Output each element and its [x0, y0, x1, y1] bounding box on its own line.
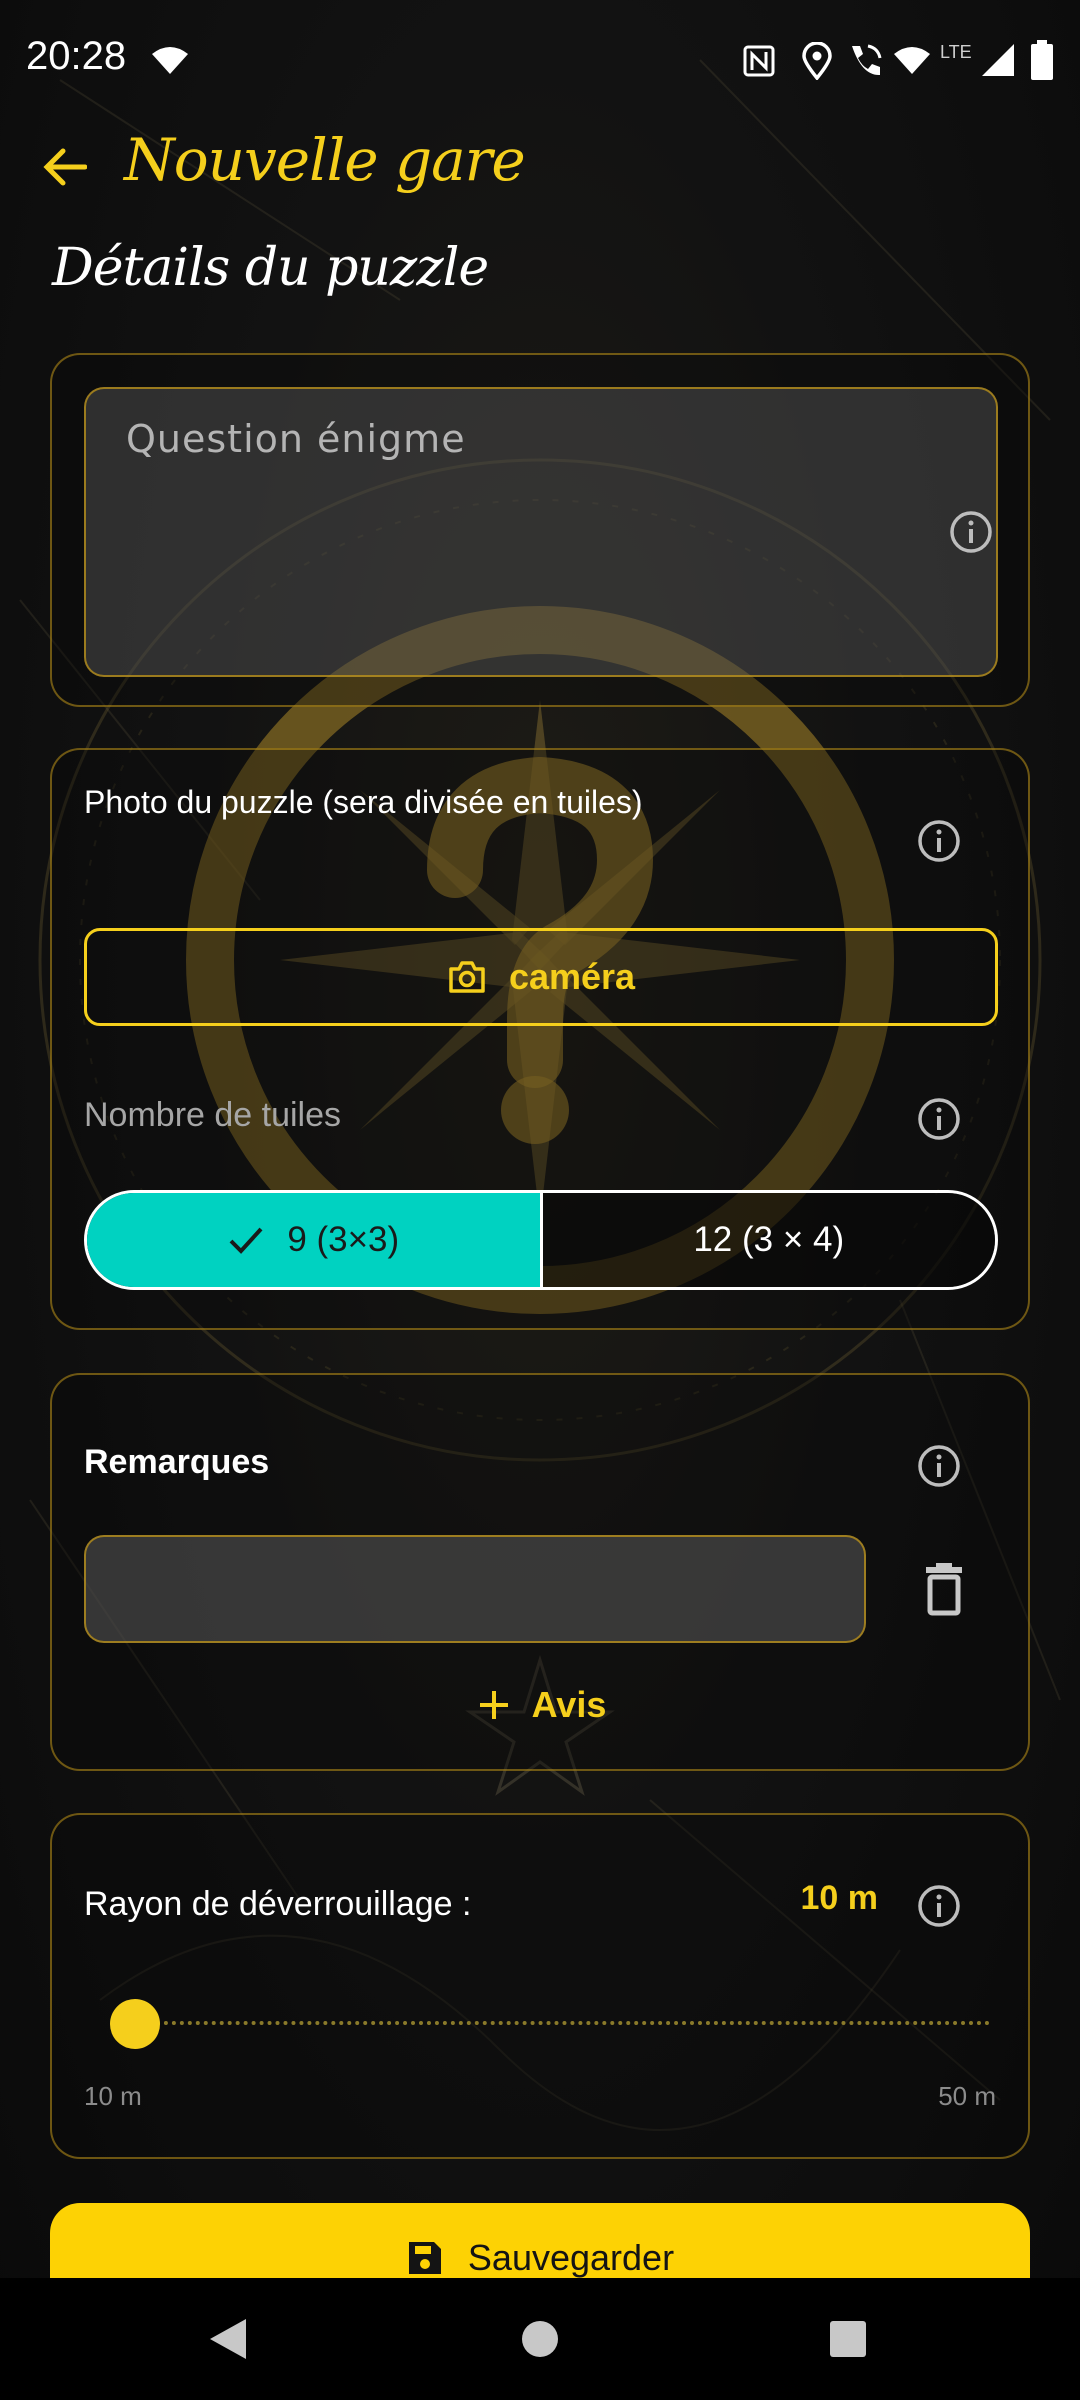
- camera-button-label: caméra: [508, 956, 636, 997]
- camera-button[interactable]: caméra: [84, 928, 998, 1026]
- check-icon: [229, 1227, 263, 1254]
- radius-card: Rayon de déverrouillage : 10 m 10 m 50 m: [50, 1813, 1030, 2159]
- photo-card: Photo du puzzle (sera divisée en tuiles)…: [50, 748, 1030, 1330]
- radius-min-label: 10 m: [84, 2081, 142, 2111]
- radius-value: 10 m: [800, 1879, 879, 1917]
- status-time: 20:28: [26, 34, 127, 78]
- remark-input[interactable]: [84, 1535, 866, 1643]
- tiles-option-12[interactable]: 12 (3 × 4): [539, 1193, 995, 1287]
- tiles-option-9[interactable]: 9 (3×3): [87, 1193, 540, 1287]
- system-nav-bar: [0, 2278, 1080, 2400]
- back-button[interactable]: [30, 132, 100, 202]
- add-remark-button[interactable]: Avis: [52, 1675, 1032, 1735]
- square-recents-icon: [830, 2321, 866, 2357]
- remarks-label: Remarques: [84, 1443, 270, 1481]
- question-card: Question énigme: [50, 353, 1030, 707]
- radius-label: Rayon de déverrouillage :: [84, 1885, 472, 1923]
- tiles-label: Nombre de tuiles: [84, 1096, 342, 1134]
- nav-recents-button[interactable]: [788, 2278, 908, 2400]
- add-remark-label: Avis: [531, 1684, 607, 1725]
- tiles-option-label: 9 (3×3): [287, 1220, 400, 1259]
- tiles-segmented-control: 9 (3×3) 12 (3 × 4): [84, 1190, 998, 1290]
- slider-thumb[interactable]: [110, 1999, 160, 2049]
- status-bar: 20:28 LTE: [0, 0, 1080, 120]
- triangle-back-icon: [210, 2319, 246, 2359]
- lte-signal-icon: [982, 44, 1014, 76]
- nav-home-button[interactable]: [480, 2278, 600, 2400]
- nfc-icon: [743, 45, 775, 77]
- slider-track[interactable]: [140, 2021, 990, 2025]
- tiles-option-label: 12 (3 × 4): [693, 1220, 845, 1259]
- radius-slider[interactable]: [110, 1993, 990, 2053]
- info-icon[interactable]: [916, 1443, 962, 1489]
- plus-icon: [479, 1691, 508, 1719]
- save-button-label: Sauvegarder: [467, 2237, 675, 2278]
- section-title: Détails du puzzle: [52, 238, 489, 298]
- question-placeholder: Question énigme: [126, 417, 466, 461]
- location-icon: [802, 42, 832, 80]
- app-screen: 20:28 LTE Nouvelle gare Détails du puzzl…: [0, 0, 1080, 2400]
- wifi-icon: [152, 47, 188, 74]
- wifi-calling-icon: [852, 44, 882, 76]
- photo-label: Photo du puzzle (sera divisée en tuiles): [84, 784, 643, 820]
- info-icon[interactable]: [916, 818, 962, 864]
- save-icon: [408, 2242, 441, 2274]
- page-title: Nouvelle gare: [124, 126, 526, 194]
- arrow-back-icon: [43, 148, 87, 186]
- camera-icon: [449, 961, 485, 993]
- remarks-card: Remarques Avis: [50, 1373, 1030, 1771]
- wifi-icon: [894, 47, 930, 74]
- lte-label: LTE: [940, 42, 972, 62]
- battery-icon: [1031, 40, 1053, 80]
- info-icon[interactable]: [948, 509, 994, 555]
- radius-max-label: 50 m: [938, 2081, 996, 2111]
- nav-back-button[interactable]: [168, 2278, 288, 2400]
- question-input[interactable]: Question énigme: [84, 387, 998, 677]
- delete-icon[interactable]: [916, 1561, 972, 1617]
- info-icon[interactable]: [916, 1883, 962, 1929]
- info-icon[interactable]: [916, 1096, 962, 1142]
- home-circle-icon: [522, 2321, 558, 2357]
